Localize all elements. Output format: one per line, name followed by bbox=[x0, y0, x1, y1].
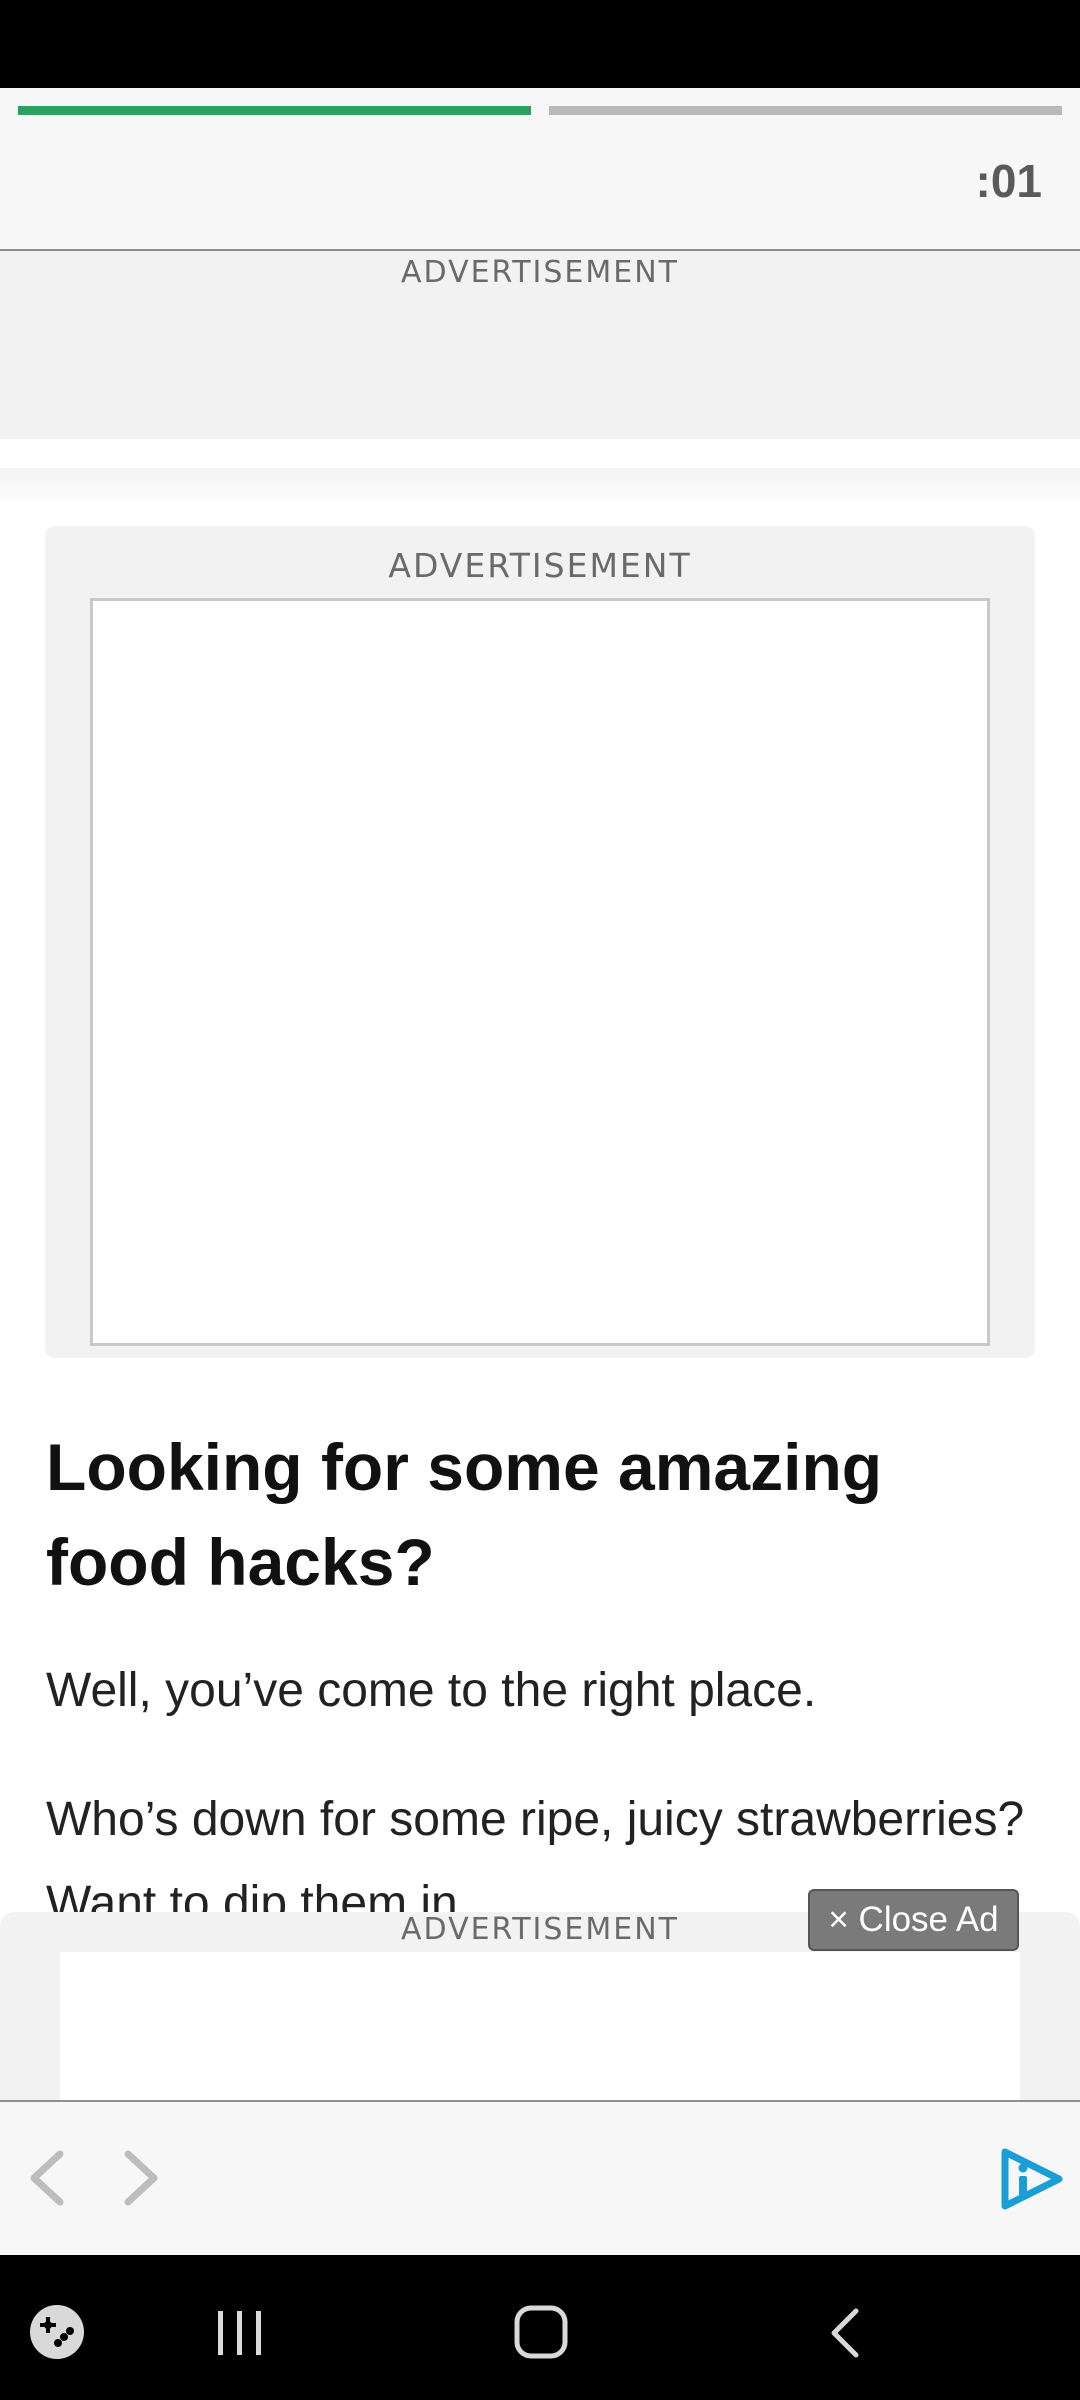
ad-frame[interactable] bbox=[90, 598, 990, 1346]
close-ad-button[interactable]: × Close Ad bbox=[808, 1889, 1019, 1951]
mid-advertisement: ADVERTISEMENT bbox=[45, 526, 1035, 1358]
article-headline: Looking for some amazing food hacks? bbox=[46, 1430, 883, 1599]
progress-segment-pending bbox=[549, 106, 1062, 115]
top-advertisement[interactable]: ADVERTISEMENT bbox=[0, 251, 1080, 439]
recents-icon[interactable] bbox=[212, 2305, 268, 2361]
ad-label: ADVERTISEMENT bbox=[388, 546, 692, 585]
home-icon[interactable] bbox=[512, 2303, 570, 2361]
progress-segment-complete bbox=[18, 106, 531, 115]
back-icon[interactable] bbox=[820, 2305, 870, 2361]
system-navigation-bar bbox=[0, 2255, 1080, 2400]
divider bbox=[0, 468, 1080, 508]
ad-frame[interactable] bbox=[60, 1952, 1020, 2100]
article-paragraph: Well, you’ve come to the right place. bbox=[46, 1664, 817, 1717]
play-brand-icon[interactable] bbox=[995, 2144, 1065, 2214]
top-header: :01 bbox=[0, 88, 1080, 251]
countdown-timer: :01 bbox=[975, 155, 1042, 207]
article-body: Looking for some amazing food hacks? Wel… bbox=[46, 1420, 1036, 1930]
status-bar bbox=[0, 0, 1080, 88]
chevron-left-icon[interactable] bbox=[18, 2146, 82, 2210]
game-launcher-icon[interactable] bbox=[28, 2303, 86, 2361]
ad-label: ADVERTISEMENT bbox=[400, 255, 679, 290]
chevron-right-icon[interactable] bbox=[106, 2146, 170, 2210]
navigation-bar bbox=[0, 2100, 1080, 2255]
